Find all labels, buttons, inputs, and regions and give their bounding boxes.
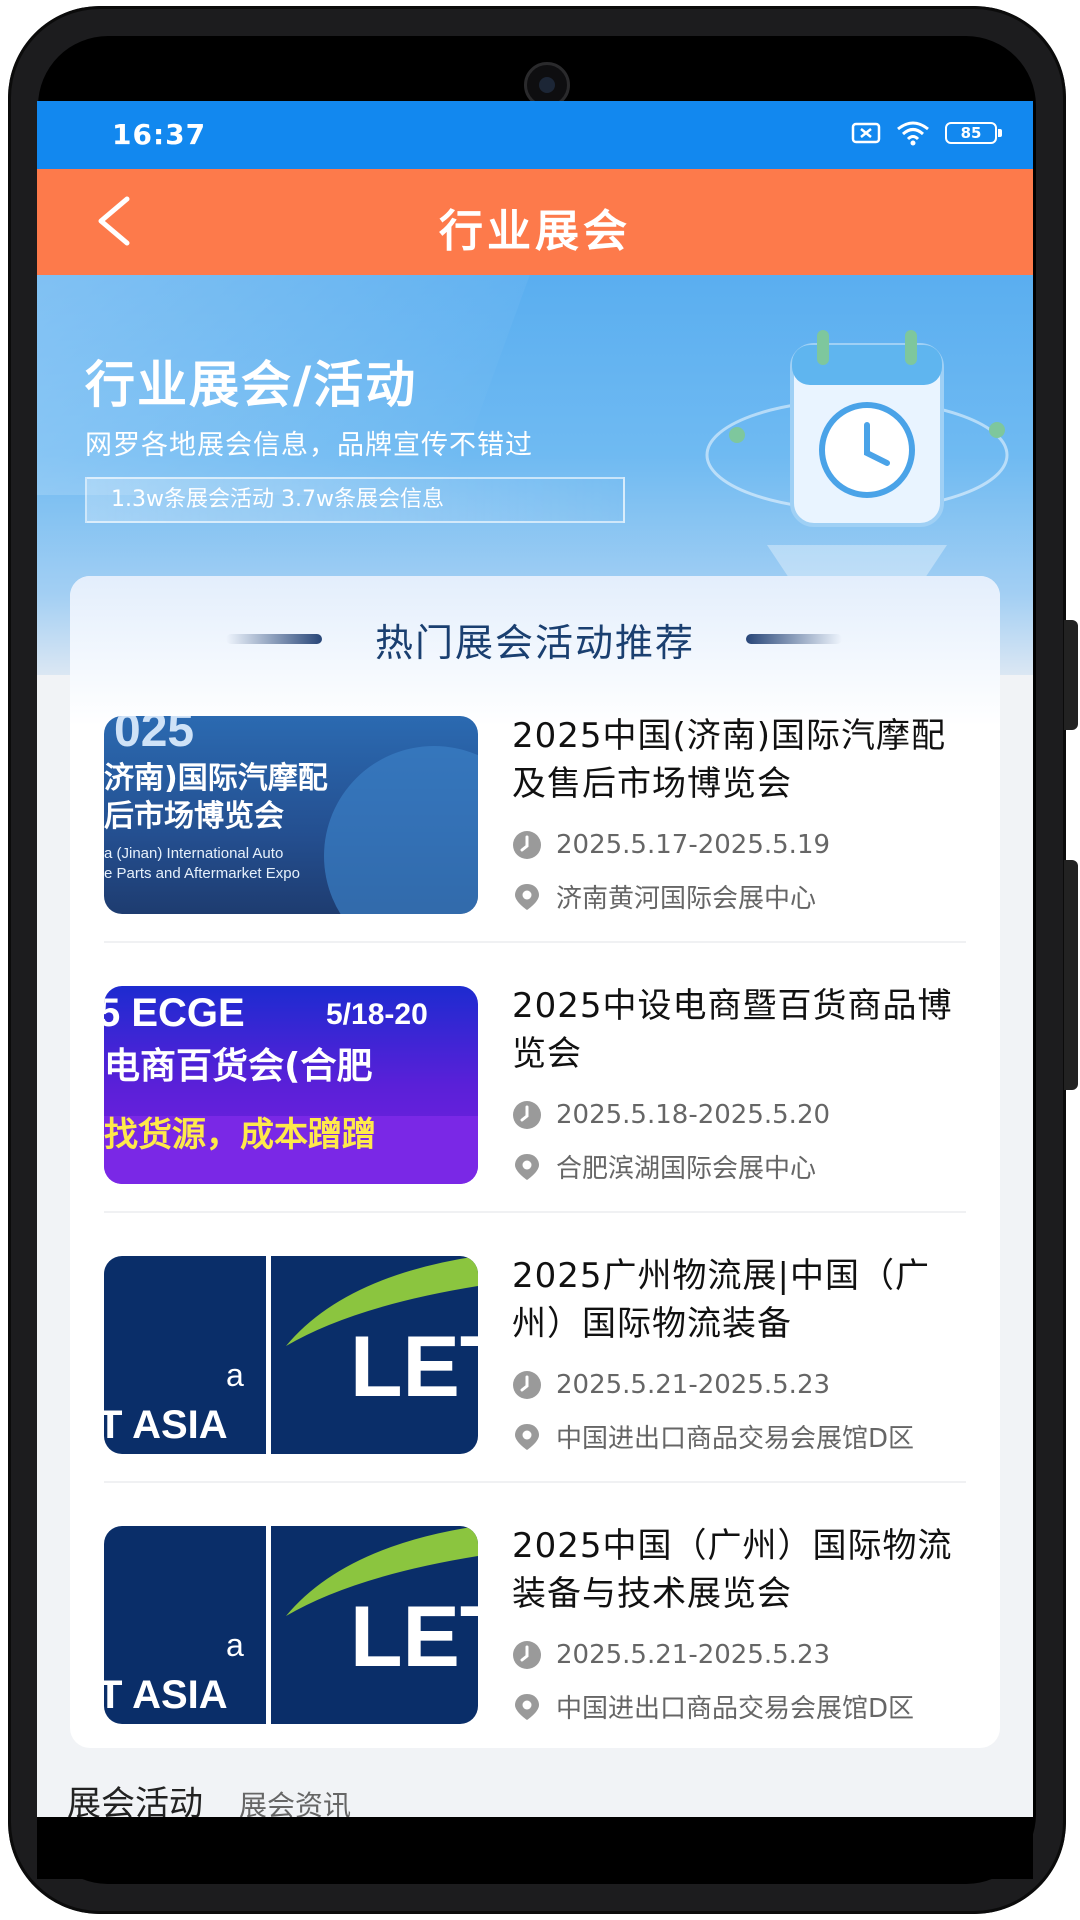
location-pin-icon xyxy=(515,1693,539,1720)
page-title: 行业展会 xyxy=(439,206,631,257)
event-thumbnail: a T ASIA LET xyxy=(104,1256,478,1454)
event-thumbnail: 025 济南)国际汽摩配 后市场博览会 a (Jinan) Internatio… xyxy=(104,716,478,914)
location-pin-icon xyxy=(515,1153,539,1180)
event-thumbnail: 5 ECGE 5/18-20 电商百货会(合肥 找货源，成本蹭蹭 xyxy=(104,986,478,1184)
poster-text: T ASIA xyxy=(104,1403,228,1447)
clock-icon xyxy=(513,1101,541,1129)
category-tabs: 展会活动 展会资讯 xyxy=(67,1776,351,1817)
event-item[interactable]: 5 ECGE 5/18-20 电商百货会(合肥 找货源，成本蹭蹭 2025中设电… xyxy=(104,986,966,1186)
poster-text: 5/18-20 xyxy=(326,998,428,1031)
event-date-row: 2025.5.21-2025.5.23 xyxy=(512,1370,972,1400)
bottom-bezel xyxy=(37,1817,1033,1879)
status-icons: 85 xyxy=(851,119,1002,147)
event-item[interactable]: a T ASIA LET 2025广州物流展|中国（广州）国际物流装备 2025… xyxy=(104,1256,966,1456)
event-venue: 济南黄河国际会展中心 xyxy=(556,884,817,914)
event-venue-row: 中国进出口商品交易会展馆D区 xyxy=(512,1688,972,1725)
event-poster-image: 025 济南)国际汽摩配 后市场博览会 a (Jinan) Internatio… xyxy=(104,716,478,914)
tab-events[interactable]: 展会活动 xyxy=(67,1776,203,1817)
event-date: 2025.5.17-2025.5.19 xyxy=(556,830,831,860)
event-thumbnail: a T ASIA LET xyxy=(104,1526,478,1724)
event-date: 2025.5.18-2025.5.20 xyxy=(556,1100,831,1130)
poster-text: 济南)国际汽摩配 xyxy=(104,761,328,796)
battery-level: 85 xyxy=(960,124,982,142)
event-venue: 合肥滨湖国际会展中心 xyxy=(556,1154,817,1184)
item-divider xyxy=(104,1481,966,1483)
poster-text: LET xyxy=(350,1589,478,1685)
calendar-clock-icon xyxy=(705,330,1009,590)
event-venue: 中国进出口商品交易会展馆D区 xyxy=(556,1424,915,1454)
event-venue: 中国进出口商品交易会展馆D区 xyxy=(556,1694,915,1724)
event-venue-row: 合肥滨湖国际会展中心 xyxy=(512,1148,972,1185)
poster-text: 电商百货会(合肥 xyxy=(104,1046,372,1087)
poster-text: LET xyxy=(350,1319,478,1415)
event-date-row: 2025.5.17-2025.5.19 xyxy=(512,830,972,860)
event-name: 2025中国(济南)国际汽摩配及售后市场博览会 xyxy=(512,716,947,804)
event-date: 2025.5.21-2025.5.23 xyxy=(556,1370,831,1400)
event-name: 2025广州物流展|中国（广州）国际物流装备 xyxy=(512,1256,930,1344)
event-name: 2025中设电商暨百货商品博览会 xyxy=(512,986,953,1074)
poster-text: 后市场博览会 xyxy=(104,799,284,834)
poster-text: 025 xyxy=(114,716,194,757)
location-pin-icon xyxy=(515,1423,539,1450)
title-decoration-right xyxy=(746,634,842,644)
poster-text: 5 ECGE xyxy=(104,991,245,1035)
event-item[interactable]: 025 济南)国际汽摩配 后市场博览会 a (Jinan) Internatio… xyxy=(104,716,966,916)
event-name: 2025中国（广州）国际物流装备与技术展览会 xyxy=(512,1526,953,1614)
sim-off-icon xyxy=(851,122,881,144)
event-poster-image: a T ASIA LET xyxy=(104,1256,478,1454)
clock-icon xyxy=(513,1371,541,1399)
poster-text: a (Jinan) International Auto xyxy=(104,845,283,862)
hot-events-card: 热门展会活动推荐 025 济南)国际汽摩配 后市场博览会 a (Jinan) I… xyxy=(70,576,1000,1748)
event-date: 2025.5.21-2025.5.23 xyxy=(556,1640,831,1670)
item-divider xyxy=(104,1211,966,1213)
event-poster-image: 5 ECGE 5/18-20 电商百货会(合肥 找货源，成本蹭蹭 xyxy=(104,991,478,1184)
poster-text: a xyxy=(226,1627,244,1663)
banner-title: 行业展会/活动 xyxy=(85,356,418,414)
banner-subtitle: 网罗各地展会信息，品牌宣传不错过 xyxy=(85,430,533,461)
app-screen: 16:37 85 行业展会 行业展会/活动 网罗各地展会信息，品牌宣传不错过 1… xyxy=(37,101,1033,1817)
event-venue-row: 中国进出口商品交易会展馆D区 xyxy=(512,1418,972,1455)
clock-icon xyxy=(513,1641,541,1669)
clock-icon xyxy=(513,831,541,859)
event-venue-row: 济南黄河国际会展中心 xyxy=(512,878,972,915)
poster-text: T ASIA xyxy=(104,1673,228,1717)
poster-text: e Parts and Aftermarket Expo xyxy=(104,865,300,882)
banner-stats: 1.3w条展会活动 3.7w条展会信息 xyxy=(85,477,625,523)
item-divider xyxy=(104,941,966,943)
status-time: 16:37 xyxy=(112,118,207,151)
status-bar: 16:37 85 xyxy=(37,101,1033,169)
event-date-row: 2025.5.21-2025.5.23 xyxy=(512,1640,972,1670)
section-title: 热门展会活动推荐 xyxy=(374,621,695,665)
battery-icon: 85 xyxy=(945,122,1002,144)
app-bar: 行业展会 xyxy=(37,169,1033,275)
wifi-icon xyxy=(897,121,929,146)
location-pin-icon xyxy=(515,883,539,910)
tab-news[interactable]: 展会资讯 xyxy=(239,1784,351,1817)
event-date-row: 2025.5.18-2025.5.20 xyxy=(512,1100,972,1130)
event-poster-image: a T ASIA LET xyxy=(104,1526,478,1724)
poster-text: a xyxy=(226,1357,244,1393)
power-button xyxy=(1064,860,1078,1090)
volume-button xyxy=(1064,620,1078,730)
poster-text: 找货源，成本蹭蹭 xyxy=(104,1115,376,1155)
event-item[interactable]: a T ASIA LET 2025中国（广州）国际物流装备与技术展览会 2025… xyxy=(104,1526,966,1726)
